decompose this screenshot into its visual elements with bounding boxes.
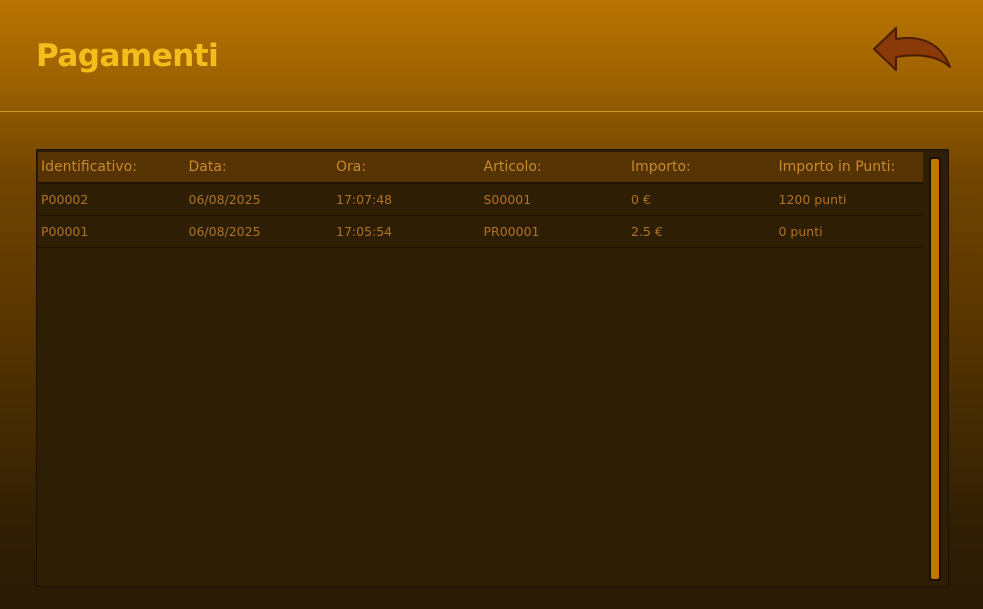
cell-importo-punti: 0 punti <box>778 224 823 239</box>
table-header: Identificativo: Data: Ora: Articolo: Imp… <box>38 152 923 184</box>
column-header-articolo[interactable]: Articolo: <box>481 159 629 175</box>
cell-identificativo: P00002 <box>41 192 89 207</box>
cell-importo-punti: 1200 punti <box>778 192 847 207</box>
table-row[interactable]: P00001 06/08/2025 17:05:54 PR00001 2.5 €… <box>38 216 923 248</box>
back-button[interactable] <box>868 22 956 78</box>
payments-table-panel: Identificativo: Data: Ora: Articolo: Imp… <box>36 149 949 587</box>
column-header-identificativo[interactable]: Identificativo: <box>38 159 186 175</box>
column-header-importo[interactable]: Importo: <box>628 159 776 175</box>
cell-articolo: PR00001 <box>483 224 540 239</box>
column-header-importo-punti[interactable]: Importo in Punti: <box>776 159 924 175</box>
cell-data: 06/08/2025 <box>188 224 261 239</box>
cell-data: 06/08/2025 <box>188 192 261 207</box>
column-header-data[interactable]: Data: <box>186 159 334 175</box>
cell-ora: 17:05:54 <box>336 224 393 239</box>
vertical-scrollbar[interactable] <box>929 157 941 581</box>
scrollbar-thumb[interactable] <box>931 159 939 579</box>
back-arrow-icon <box>873 27 951 71</box>
cell-importo: 2.5 € <box>631 224 663 239</box>
header-bar: Pagamenti <box>0 0 983 112</box>
cell-identificativo: P00001 <box>41 224 89 239</box>
page-title: Pagamenti <box>36 38 219 74</box>
column-header-ora[interactable]: Ora: <box>333 159 481 175</box>
cell-ora: 17:07:48 <box>336 192 393 207</box>
payments-table: Identificativo: Data: Ora: Articolo: Imp… <box>38 152 923 248</box>
cell-importo: 0 € <box>631 192 651 207</box>
table-row[interactable]: P00002 06/08/2025 17:07:48 S00001 0 € 12… <box>38 184 923 216</box>
cell-articolo: S00001 <box>483 192 532 207</box>
